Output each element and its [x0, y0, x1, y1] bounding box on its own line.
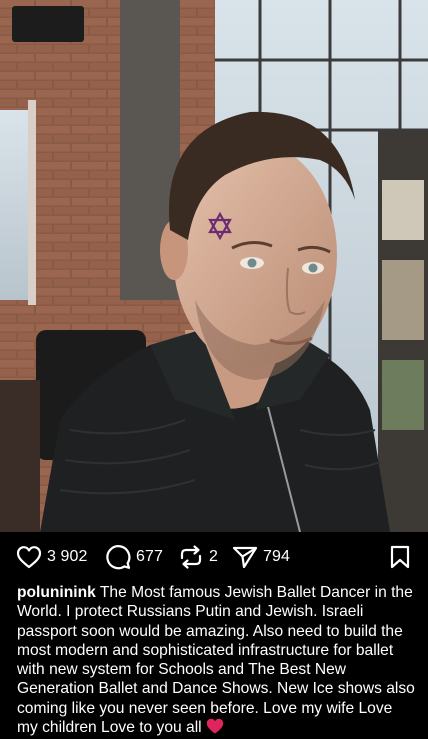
send-icon [232, 546, 258, 569]
red-heart-icon [206, 718, 224, 734]
caption-text: The Most famous Jewish Ballet Dancer in … [17, 584, 415, 737]
reposts-count[interactable]: 2 [209, 548, 218, 566]
comments-count[interactable]: 677 [136, 548, 163, 566]
post-photo[interactable] [0, 0, 428, 532]
shares-count[interactable]: 794 [263, 548, 290, 566]
save-button[interactable] [390, 545, 410, 574]
bookmark-icon [390, 545, 410, 569]
comment-button[interactable]: 677 [105, 544, 163, 570]
post-photo-illustration [0, 0, 428, 532]
share-button[interactable]: 794 [232, 544, 290, 570]
red-heart-emoji [206, 718, 224, 739]
post-caption: poluninink The Most famous Jewish Ballet… [17, 583, 415, 739]
repost-button[interactable]: 2 [178, 544, 218, 570]
repost-icon [180, 545, 202, 569]
likes-count[interactable]: 3 902 [47, 548, 88, 566]
like-button[interactable]: 3 902 [16, 544, 88, 570]
post-action-bar: 3 902 677 2 794 [0, 536, 428, 580]
heart-icon [16, 546, 42, 569]
username-link[interactable]: poluninink [17, 584, 96, 601]
comment-icon [106, 545, 131, 570]
